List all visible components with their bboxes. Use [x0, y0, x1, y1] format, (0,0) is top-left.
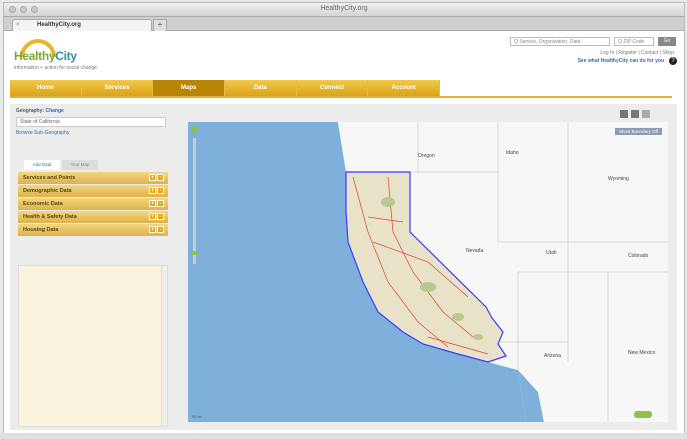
state-label-arizona: Arizona — [544, 353, 561, 359]
expand-plus-icon[interactable]: + — [149, 226, 156, 233]
nav-rule — [10, 96, 672, 98]
accordion-item-label: Housing Data — [23, 227, 59, 233]
content-area: Geography: Change State of California Br… — [10, 104, 677, 430]
expand-plus-icon[interactable]: + — [149, 213, 156, 220]
accordion-item[interactable]: Housing Data + - — [18, 224, 168, 236]
accordion-item[interactable]: Services and Points + - — [18, 172, 168, 184]
state-label-utah: Utah — [546, 250, 557, 256]
expand-plus-icon[interactable]: + — [149, 187, 156, 194]
logo-city: City — [55, 49, 77, 63]
accordion-buttons: + - — [149, 226, 164, 233]
collapse-minus-icon[interactable]: - — [157, 200, 164, 207]
close-tab-icon[interactable]: × — [16, 22, 20, 28]
panel-scrollbar[interactable] — [161, 266, 167, 426]
geography-change-link[interactable]: Change — [45, 108, 63, 114]
geography-field[interactable]: State of California — [16, 117, 166, 127]
accordion-item[interactable]: Health & Safety Data + - — [18, 211, 168, 223]
accordion-item-label: Economic Data — [23, 201, 63, 207]
accordion-item[interactable]: Demographic Data + - — [18, 185, 168, 197]
help-icon[interactable]: ? — [669, 57, 677, 65]
browser-tab[interactable]: × HealthyCity.org — [12, 19, 152, 31]
tab-your-map[interactable]: Your Map — [62, 160, 98, 170]
see-what-link[interactable]: See what HealthyCity can do for you — [578, 58, 664, 64]
accordion-content — [18, 265, 168, 427]
go-button[interactable]: Go — [658, 37, 676, 46]
healthycity-logo[interactable]: HealthyCity — [14, 39, 94, 65]
geography-label: Geography: — [16, 108, 46, 114]
nav-item-maps[interactable]: Maps — [153, 80, 226, 96]
logo-healthy: Healthy — [14, 49, 56, 63]
site-header: HealthyCity information + action for soc… — [4, 31, 684, 81]
data-accordion: Services and Points + - Demographic Data + - E… — [18, 172, 168, 237]
state-label-idaho: Idaho — [506, 150, 519, 156]
accordion-item-label: Services and Points — [23, 175, 76, 181]
nav-item-account[interactable]: Account — [368, 80, 441, 96]
nav-item-home[interactable]: Home — [10, 80, 82, 96]
accordion-buttons: + - — [149, 174, 164, 181]
collapse-minus-icon[interactable]: - — [157, 187, 164, 194]
nav-item-data[interactable]: Data — [225, 80, 297, 96]
accordion-item-label: Demographic Data — [23, 188, 72, 194]
state-label-new-mexico: New Mexico — [628, 350, 655, 356]
map-logo-icon — [634, 411, 652, 418]
accordion-item[interactable]: Economic Data + - — [18, 198, 168, 210]
accordion-item-label: Health & Safety Data — [23, 214, 77, 220]
expand-plus-icon[interactable]: + — [149, 174, 156, 181]
state-label-nevada: Nevada — [466, 248, 483, 254]
state-label-wyoming: Wyoming — [608, 176, 629, 182]
nav-item-services[interactable]: Services — [82, 80, 154, 96]
search-input[interactable]: Q Service, Organization, Data — [510, 37, 610, 46]
zoom-control[interactable] — [191, 126, 198, 270]
window-title: HealthyCity.org — [320, 5, 368, 12]
browse-subgeography-link[interactable]: Browse Sub-Geography — [16, 130, 172, 136]
title-bar: HealthyCity.org — [4, 3, 684, 17]
nav-item-connect[interactable]: Connect — [297, 80, 369, 96]
zip-input[interactable]: Q ZIP Code — [614, 37, 654, 46]
map-canvas[interactable]: Oregon Idaho Wyoming Nevada Utah Colorado Ariz… — [188, 122, 668, 422]
pan-control-icon[interactable] — [191, 126, 198, 133]
tab-label: HealthyCity.org — [37, 22, 81, 28]
map-tools — [620, 110, 650, 118]
print-icon[interactable] — [620, 110, 628, 118]
panel-tabs: Add Data Your Map — [24, 160, 98, 170]
map-svg: Oregon Idaho Wyoming Nevada Utah Colorado Ariz… — [188, 122, 668, 422]
scale-bar: 50 mi — [192, 414, 202, 419]
new-tab-button[interactable]: + — [153, 19, 167, 31]
tagline: information + action for social change — [14, 65, 97, 71]
state-label-oregon: Oregon — [418, 153, 435, 159]
expand-plus-icon[interactable]: + — [149, 200, 156, 207]
collapse-minus-icon[interactable]: - — [157, 174, 164, 181]
main-nav: Home Services Maps Data Connect Account — [10, 80, 441, 96]
tab-bar: × HealthyCity.org + — [4, 17, 684, 31]
account-links[interactable]: Log In | Register | Contact | Shop — [600, 50, 674, 56]
save-icon[interactable] — [631, 110, 639, 118]
accordion-buttons: + - — [149, 213, 164, 220]
collapse-minus-icon[interactable]: - — [157, 226, 164, 233]
page-bottom-strip — [0, 433, 687, 439]
accordion-buttons: + - — [149, 200, 164, 207]
zoom-slider-handle[interactable] — [191, 251, 198, 255]
tab-add-data[interactable]: Add Data — [24, 160, 60, 170]
collapse-minus-icon[interactable]: - — [157, 213, 164, 220]
boundary-toggle-button[interactable]: Show Boundary Off — [615, 128, 662, 135]
zoom-track[interactable] — [193, 138, 196, 264]
state-label-colorado: Colorado — [628, 253, 649, 259]
left-panel: Geography: Change State of California Br… — [16, 108, 172, 427]
accordion-buttons: + - — [149, 187, 164, 194]
share-icon[interactable] — [642, 110, 650, 118]
